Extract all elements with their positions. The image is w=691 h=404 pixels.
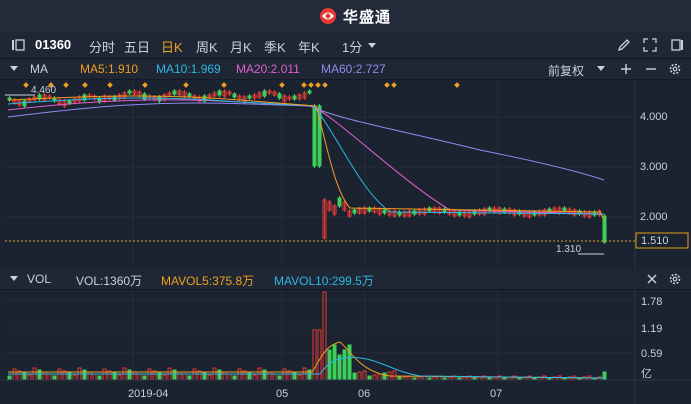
candle <box>262 90 267 97</box>
collapse-icon[interactable] <box>10 66 18 72</box>
candle <box>312 105 317 167</box>
volume-bar <box>277 375 282 381</box>
volume-bar <box>52 375 57 381</box>
stock-code: 01360 <box>35 37 72 52</box>
tab-monthly-k[interactable]: 月K <box>230 37 252 56</box>
close-icon[interactable] <box>646 273 658 285</box>
y-tick-2: 2.000 <box>640 211 668 223</box>
pencil-icon[interactable] <box>616 37 632 53</box>
high-price-label: 4.460 <box>31 85 56 96</box>
vol-tick-2: 1.19 <box>641 323 662 335</box>
brand-logo-icon <box>320 8 336 24</box>
vol-unit: 亿 <box>641 367 652 380</box>
volume-bar <box>602 371 607 381</box>
mavol5-value: MAVOL5:375.8万 <box>161 274 255 288</box>
fullscreen-icon[interactable] <box>642 37 658 53</box>
candle <box>187 93 192 97</box>
y-tick-4: 4.000 <box>640 111 668 123</box>
tab-quarterly-k[interactable]: 季K <box>264 37 286 56</box>
candle <box>292 95 297 100</box>
gear-icon[interactable] <box>668 62 682 76</box>
volume-bar <box>352 372 357 381</box>
ma-label: MA <box>30 62 48 76</box>
x-tick-jun: 06 <box>358 388 370 400</box>
brand-name: 华盛通 <box>343 8 392 26</box>
candle <box>127 90 132 94</box>
volume-bar <box>367 375 372 381</box>
low-price-label: 1.310 <box>556 244 581 255</box>
mavol10-value: MAVOL10:299.5万 <box>274 274 374 288</box>
ma60-value: MA60:2.727 <box>321 62 386 76</box>
x-tick-apr: 2019-04 <box>128 388 168 400</box>
candle <box>277 93 282 99</box>
tab-intraday[interactable]: 分时 <box>89 37 115 56</box>
candle <box>247 95 252 99</box>
chevron-down-icon[interactable] <box>367 42 377 50</box>
volume-bar <box>97 375 102 381</box>
candle <box>172 90 177 95</box>
chevron-down-icon[interactable] <box>597 66 605 72</box>
title-bar: 华盛通 <box>0 0 691 33</box>
volume-bar <box>7 375 12 381</box>
gear-icon[interactable] <box>668 272 682 286</box>
candle <box>352 209 357 214</box>
vol-label: VOL <box>27 272 52 286</box>
vol-value: VOL:1360万 <box>76 274 143 288</box>
tab-weekly-k[interactable]: 周K <box>196 37 218 56</box>
sidebar-toggle-icon[interactable] <box>10 37 26 53</box>
tab-daily-k[interactable]: 日K <box>161 37 183 56</box>
candle <box>22 100 27 107</box>
volume-bar <box>187 375 192 381</box>
toolbar: 01360 分时 五日 日K 周K 月K 季K 年K 1分 <box>0 32 691 59</box>
brand: 华盛通 <box>318 6 391 26</box>
candle <box>217 90 222 96</box>
candle <box>232 93 237 98</box>
ma5-value: MA5:1.910 <box>80 62 139 76</box>
panel-toggle-icon[interactable] <box>669 37 685 53</box>
vol-tick-1: 1.78 <box>641 296 662 308</box>
volume-chart[interactable]: 1.78 1.19 0.59 亿 2019-04 05 06 07 <box>0 290 691 404</box>
vol-panel-header: VOL VOL:1360万 MAVOL5:375.8万 MAVOL10:299.… <box>0 269 691 290</box>
adjust-dropdown[interactable]: 前复权 <box>548 62 584 79</box>
ma10-value: MA10:1.969 <box>156 62 221 76</box>
volume-bar <box>342 349 347 381</box>
collapse-icon[interactable] <box>10 276 18 282</box>
y-tick-3: 3.000 <box>640 161 668 173</box>
tab-minute[interactable]: 1分 <box>342 37 362 56</box>
tab-five-day[interactable]: 五日 <box>124 37 150 56</box>
minus-icon[interactable] <box>645 63 657 75</box>
volume-bar <box>382 372 387 381</box>
volume-bar <box>142 375 147 381</box>
ma20-value: MA20:2.011 <box>236 62 300 76</box>
ma-panel-header: MA MA5:1.910 MA10:1.969 MA20:2.011 MA60:… <box>0 59 691 80</box>
tab-yearly-k[interactable]: 年K <box>298 37 320 56</box>
candle <box>307 90 312 94</box>
x-tick-may: 05 <box>276 388 288 400</box>
x-tick-jul: 07 <box>490 388 502 400</box>
candle <box>382 209 387 214</box>
candle <box>67 100 72 104</box>
candle <box>337 197 342 207</box>
current-price-value: 1.510 <box>641 235 669 247</box>
vol-tick-3: 0.59 <box>641 348 662 360</box>
volume-bar <box>397 375 402 381</box>
candle <box>562 207 567 212</box>
plus-icon[interactable] <box>620 63 632 75</box>
volume-bar <box>232 375 237 381</box>
kline-chart[interactable]: 4.460 1.310 1.510 4.000 3.000 2.000 <box>0 80 691 268</box>
volume-bar <box>332 344 337 381</box>
